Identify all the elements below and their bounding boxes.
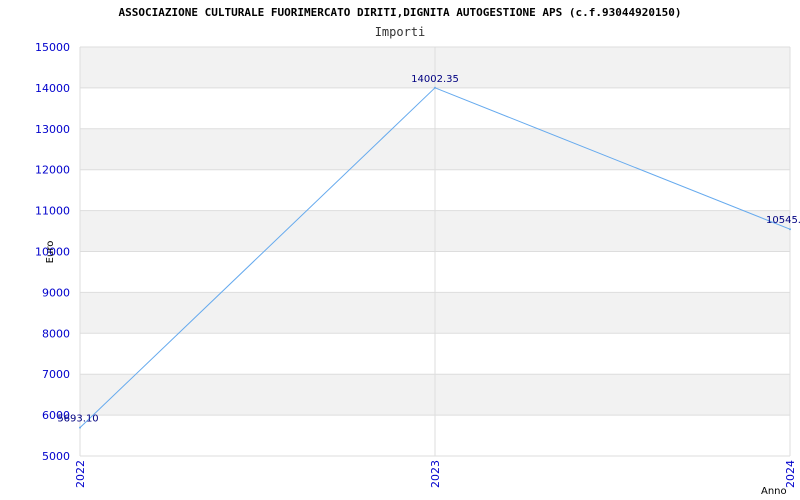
y-tick-label: 13000 [35,123,70,136]
x-tick-label: 2024 [784,460,797,488]
data-label: 14002.35 [411,74,459,85]
y-tick-label: 8000 [42,327,70,340]
data-point [789,228,791,231]
data-label: 10545.08 [766,215,800,226]
line-chart: 5000600070008000900010000110001200013000… [35,41,800,497]
x-tick-label: 2022 [74,460,87,488]
data-label: 5693.10 [57,414,98,425]
y-tick-label: 14000 [35,82,70,95]
y-tick-label: 12000 [35,164,70,177]
y-tick-label: 5000 [42,450,70,463]
y-tick-label: 7000 [42,368,70,381]
data-point [434,86,436,89]
x-tick-label: 2023 [429,460,442,488]
y-tick-label: 11000 [35,205,70,218]
x-axis-label: Anno [761,486,787,497]
y-tick-label: 9000 [42,286,70,299]
data-point [79,426,81,429]
y-axis-label: Euro [45,241,56,264]
y-tick-label: 15000 [35,41,70,54]
